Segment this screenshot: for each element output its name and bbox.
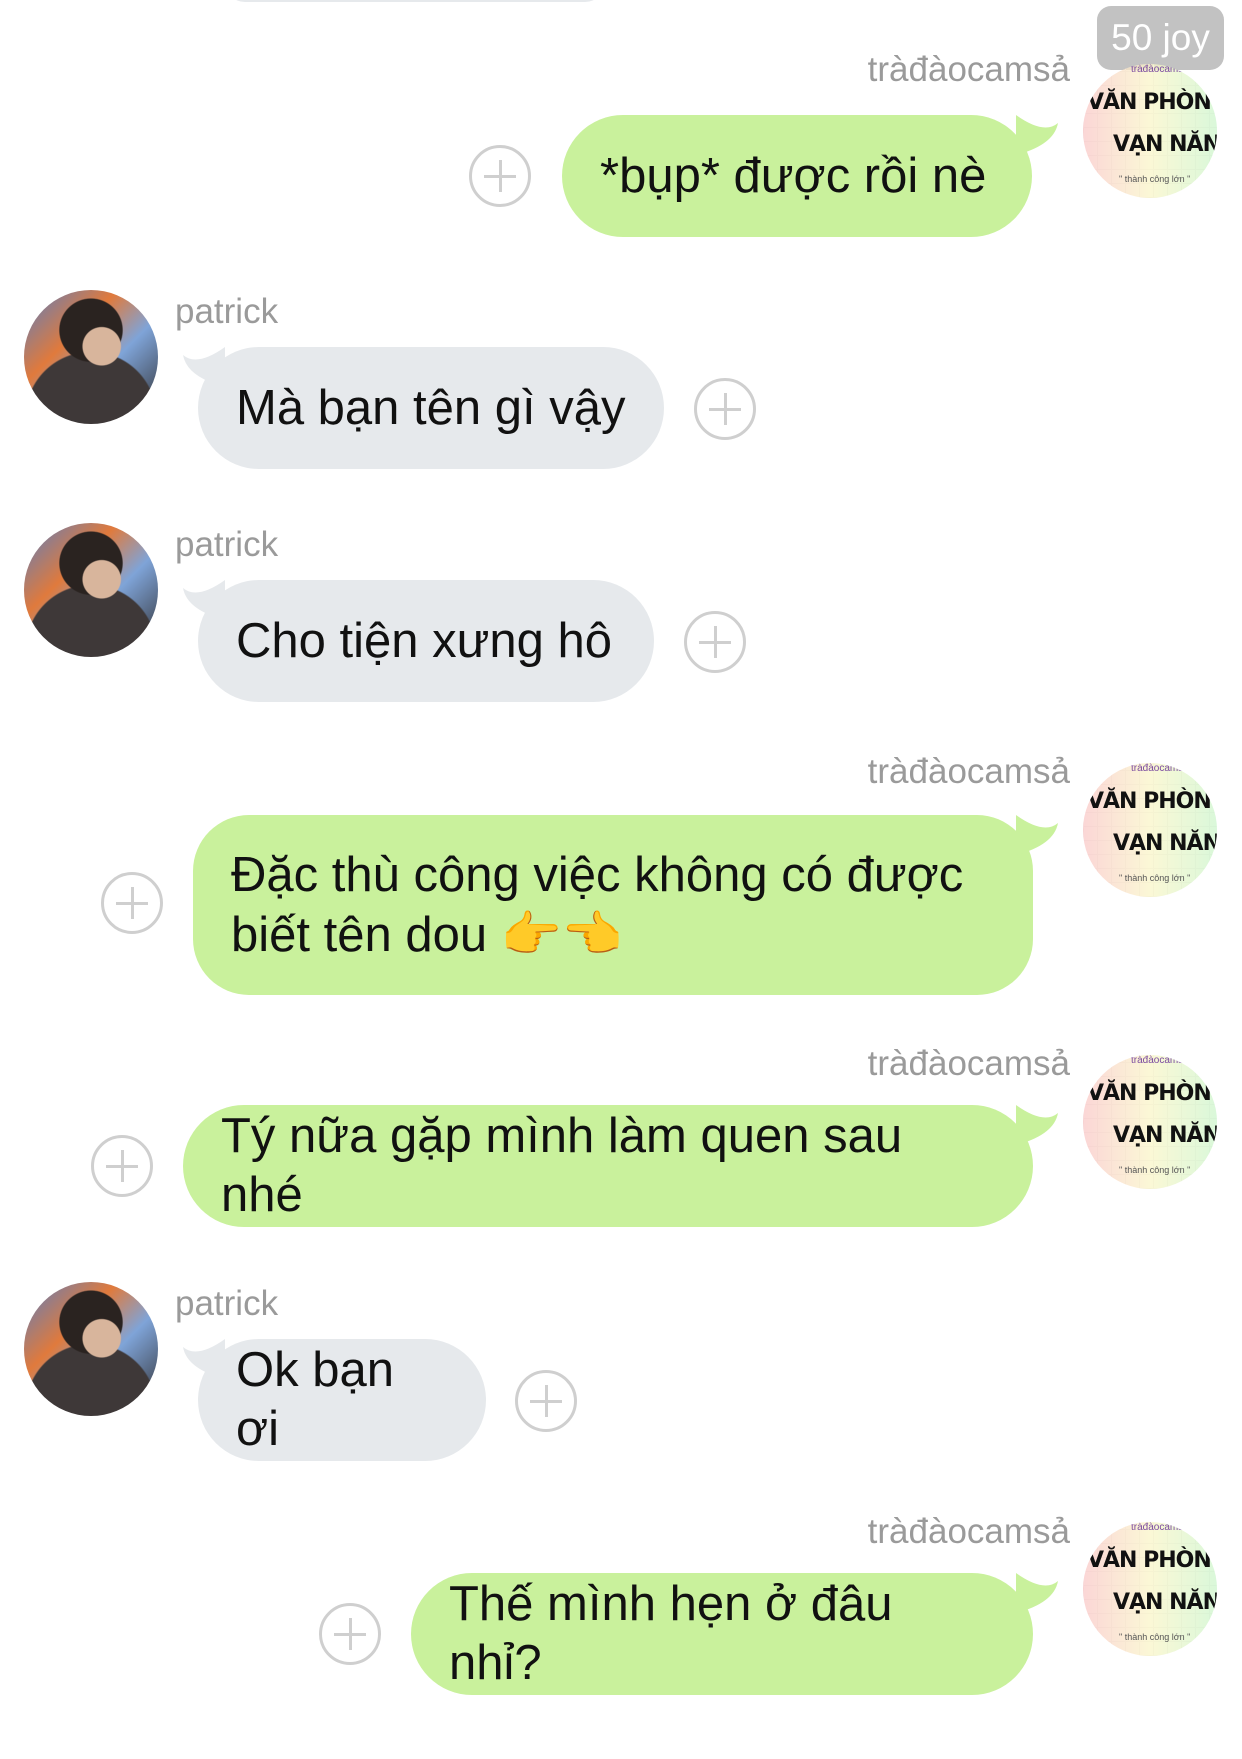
my-avatar[interactable]: tràđàocamsả VĂN PHÒNG VẠN NĂNG " thành c… bbox=[1083, 64, 1217, 198]
logo-line2: VẠN NĂNG bbox=[1113, 831, 1217, 856]
message-text-line2: biết tên dou 👉👈 bbox=[231, 905, 963, 965]
message-bubble[interactable]: Đặc thù công việc không có được biết tên… bbox=[193, 815, 1033, 995]
add-reaction-icon[interactable] bbox=[469, 145, 531, 207]
message-text: Thế mình hẹn ở đâu nhỉ? bbox=[449, 1577, 893, 1690]
patrick-avatar[interactable] bbox=[24, 523, 158, 657]
logo-line2: VẠN NĂNG bbox=[1113, 132, 1217, 157]
logo-top-text: tràđàocamsả bbox=[1131, 763, 1189, 774]
patrick-avatar[interactable] bbox=[24, 290, 158, 424]
sender-name: tràđàocamsả bbox=[867, 1512, 1070, 1551]
message-bubble[interactable]: Thế mình hẹn ở đâu nhỉ? bbox=[411, 1573, 1033, 1695]
logo-line1: VĂN PHÒNG bbox=[1087, 789, 1217, 814]
logo-sub-text: " thành công lớn " bbox=[1119, 174, 1191, 184]
message-bubble[interactable]: Tý nữa gặp mình làm quen sau nhé bbox=[183, 1105, 1033, 1227]
message-bubble[interactable]: Cho tiện xưng hô bbox=[198, 580, 654, 702]
logo-line2: VẠN NĂNG bbox=[1113, 1123, 1217, 1148]
message-text: Cho tiện xưng hô bbox=[236, 613, 613, 668]
joy-counter-badge[interactable]: 50 joy bbox=[1097, 6, 1224, 70]
logo-top-text: tràđàocamsả bbox=[1131, 1055, 1189, 1066]
sender-name: tràđàocamsả bbox=[867, 50, 1070, 89]
message-text-line2-text: biết tên dou bbox=[231, 907, 488, 962]
message-bubble[interactable]: *bụp* được rồi nè bbox=[562, 115, 1032, 237]
message-text-line1: Đặc thù công việc không có được bbox=[231, 847, 964, 902]
sender-name: patrick bbox=[175, 525, 279, 564]
logo-sub-text: " thành công lớn " bbox=[1119, 1165, 1191, 1175]
message-text: Mà bạn tên gì vậy bbox=[236, 380, 626, 435]
add-reaction-icon[interactable] bbox=[91, 1135, 153, 1197]
add-reaction-icon[interactable] bbox=[684, 611, 746, 673]
add-reaction-icon[interactable] bbox=[101, 872, 163, 934]
pointing-fingers-emoji: 👉👈 bbox=[500, 905, 623, 963]
message-bubble[interactable]: Ok bạn ơi bbox=[198, 1339, 486, 1461]
my-avatar[interactable]: tràđàocamsả VĂN PHÒNG VẠN NĂNG " thành c… bbox=[1083, 1522, 1217, 1656]
logo-top-text: tràđàocamsả bbox=[1131, 64, 1189, 75]
logo-top-text: tràđàocamsả bbox=[1131, 1522, 1189, 1533]
add-reaction-icon[interactable] bbox=[694, 378, 756, 440]
logo-line2: VẠN NĂNG bbox=[1113, 1590, 1217, 1615]
bubble-tail bbox=[1016, 1105, 1058, 1145]
previous-message-bubble-edge bbox=[225, 0, 605, 2]
sender-name: tràđàocamsả bbox=[867, 1044, 1070, 1083]
add-reaction-icon[interactable] bbox=[515, 1370, 577, 1432]
sender-name: patrick bbox=[175, 1284, 279, 1323]
sender-name: tràđàocamsả bbox=[867, 752, 1070, 791]
logo-sub-text: " thành công lớn " bbox=[1119, 1632, 1191, 1642]
logo-line1: VĂN PHÒNG bbox=[1087, 1081, 1217, 1106]
message-text: *bụp* được rồi nè bbox=[600, 148, 987, 203]
add-reaction-icon[interactable] bbox=[319, 1603, 381, 1665]
message-text: Đặc thù công việc không có được biết tên… bbox=[231, 846, 963, 965]
logo-sub-text: " thành công lớn " bbox=[1119, 873, 1191, 883]
my-avatar[interactable]: tràđàocamsả VĂN PHÒNG VẠN NĂNG " thành c… bbox=[1083, 1055, 1217, 1189]
message-bubble[interactable]: Mà bạn tên gì vậy bbox=[198, 347, 664, 469]
bubble-tail bbox=[1016, 815, 1058, 855]
logo-line1: VĂN PHÒNG bbox=[1087, 90, 1217, 115]
sender-name: patrick bbox=[175, 292, 279, 331]
patrick-avatar[interactable] bbox=[24, 1282, 158, 1416]
my-avatar[interactable]: tràđàocamsả VĂN PHÒNG VẠN NĂNG " thành c… bbox=[1083, 763, 1217, 897]
message-text: Ok bạn ơi bbox=[236, 1343, 394, 1456]
bubble-tail bbox=[1016, 1573, 1058, 1613]
message-text: Tý nữa gặp mình làm quen sau nhé bbox=[221, 1109, 903, 1222]
logo-line1: VĂN PHÒNG bbox=[1087, 1548, 1217, 1573]
bubble-tail bbox=[1016, 115, 1058, 155]
